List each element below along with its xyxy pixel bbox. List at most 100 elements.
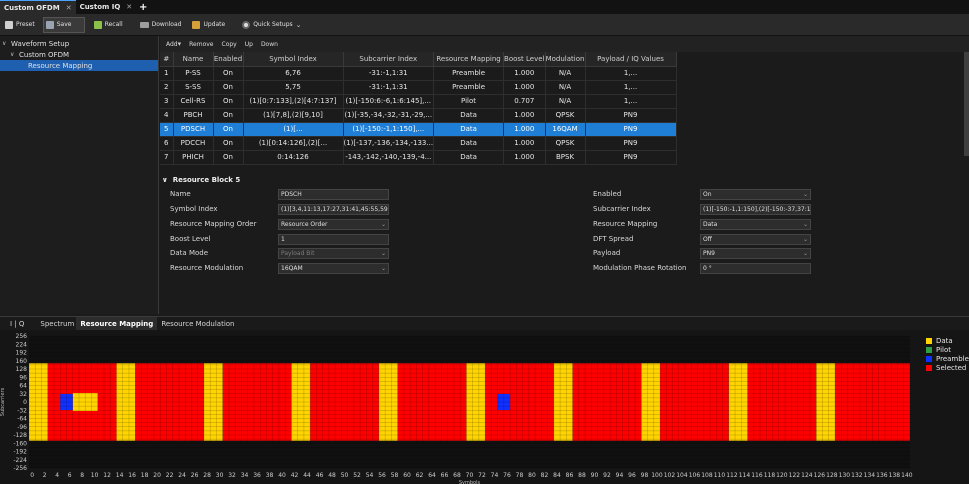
property-input[interactable]: PDSCH [278, 189, 389, 200]
x-tick-label: 24 [178, 472, 186, 479]
property-dropdown[interactable]: Resource Order ⌄ [278, 219, 389, 230]
close-icon[interactable]: ✕ [126, 3, 132, 11]
preset-label: Preset [16, 21, 35, 28]
copy-button[interactable]: Copy [219, 38, 240, 50]
table-cell: PDCCH [173, 136, 214, 151]
table-cell: PN9 [585, 150, 677, 165]
table-cell: -31:-1,1:31 [343, 80, 435, 95]
download-button[interactable]: Download [137, 17, 188, 33]
property-dropdown[interactable]: 16QAM ⌄ [278, 263, 389, 274]
table-row[interactable]: 7 PHICH On 0:14:126 -143,-142,-140,-139,-4..… [160, 150, 677, 165]
x-tick-label: 48 [328, 472, 336, 479]
column-header[interactable]: Name [173, 52, 214, 67]
column-header[interactable]: # [160, 52, 174, 67]
y-tick-label: 32 [19, 391, 27, 398]
tree-item-waveform-setup[interactable]: ∨ Waveform Setup [0, 38, 158, 49]
column-header[interactable]: Boost Level [503, 52, 546, 67]
chevron-down-icon[interactable]: ∨ [10, 51, 16, 58]
tab-custom-iq[interactable]: Custom IQ ✕ [76, 0, 137, 14]
add-tab-icon[interactable]: + [136, 0, 150, 14]
tab-iq[interactable]: I | Q [0, 317, 28, 331]
chevron-down-icon: ⌄ [380, 250, 386, 257]
x-tick-label: 116 [751, 472, 763, 479]
x-tick-label: 28 [203, 472, 211, 479]
column-header[interactable]: Payload / IQ Values [585, 52, 677, 67]
x-tick-label: 86 [566, 472, 574, 479]
x-tick-label: 20 [153, 472, 161, 479]
add-button[interactable]: Add ▾ [163, 38, 184, 50]
property-dropdown[interactable]: PN9 ⌄ [700, 248, 811, 259]
table-cell: QPSK [545, 108, 586, 123]
legend: Data Pilot Preamble Selected [926, 336, 969, 372]
chevron-down-icon: ⌄ [380, 265, 386, 272]
tab-resource-mapping[interactable]: Resource Mapping [76, 317, 158, 331]
property-value: Resource Order [281, 221, 328, 228]
down-button[interactable]: Down [258, 38, 281, 50]
x-tick-label: 6 [68, 472, 72, 479]
table-row[interactable]: 3 Cell-RS On (1)[0:7:133],(2)[4:7:137] (1)[-… [160, 94, 677, 109]
column-header[interactable]: Enabled [213, 52, 244, 67]
update-button[interactable]: Update [189, 17, 231, 33]
recall-button[interactable]: Recall [91, 17, 129, 33]
table-row[interactable]: 6 PDCCH On (1)[0:14:126],(2)[... (1)[-137,-1… [160, 136, 677, 151]
x-tick-label: 128 [826, 472, 838, 479]
x-tick-label: 140 [901, 472, 913, 479]
property-dropdown[interactable]: Data ⌄ [700, 219, 811, 230]
close-icon[interactable]: ✕ [66, 4, 72, 12]
column-header[interactable]: Subcarrier Index [343, 52, 435, 67]
tree-item-resource-mapping[interactable]: Resource Mapping [0, 60, 158, 71]
property-value: On [703, 191, 712, 198]
resource-block-header[interactable]: ∨ Resource Block 5 [160, 174, 969, 186]
down-label: Down [260, 40, 278, 48]
table-cell: 5,75 [243, 80, 344, 95]
table-cell: S-SS [173, 80, 214, 95]
column-header[interactable]: Modulation [545, 52, 586, 67]
quick-setups-button[interactable]: Quick Setups ⌄ [239, 17, 307, 33]
table-row[interactable]: 1 P-SS On 6,76 -31:-1,1:31 Preamble 1.000 N/A 1,… [160, 66, 677, 81]
table-row[interactable]: 5 PDSCH On (1)[... (1)[-150:-1,1:150],... Dat… [160, 122, 677, 137]
property-input[interactable]: 1 [278, 234, 389, 245]
tab-label: Spectrum [40, 320, 75, 328]
x-tick-label: 40 [278, 472, 286, 479]
column-header[interactable]: Resource Mapping [433, 52, 505, 67]
y-tick-label: 160 [16, 358, 28, 365]
waveform-tree: ∨ Waveform Setup ∨ Custom OFDM Resource Ma… [0, 36, 159, 314]
chevron-down-icon[interactable]: ∨ [162, 176, 168, 184]
x-tick-label: 132 [851, 472, 863, 479]
tab-spectrum[interactable]: Spectrum [36, 317, 78, 331]
x-tick-label: 8 [80, 472, 84, 479]
tree-item-custom-ofdm[interactable]: ∨ Custom OFDM [0, 49, 158, 60]
remove-label: Remove [189, 40, 214, 48]
property-value: PDSCH [281, 191, 302, 198]
table-cell: 1 [160, 66, 174, 81]
property-input[interactable]: 0 ° [700, 263, 811, 274]
table-row[interactable]: 4 PBCH On (1)[7,8],(2)[9,10] (1)[-35,-34,-32… [160, 108, 677, 123]
y-tick-label: 128 [16, 366, 28, 373]
property-input[interactable]: (1)[-150:-1,1:150],(2)[-150:-37,37:150] [700, 204, 811, 215]
property-dropdown[interactable]: Off ⌄ [700, 234, 811, 245]
gear-icon [242, 20, 251, 29]
table-scrollbar[interactable] [964, 52, 969, 156]
x-tick-label: 90 [591, 472, 599, 479]
property-label: Resource Mapping Order [170, 220, 257, 228]
property-dropdown[interactable]: On ⌄ [700, 189, 811, 200]
tab-resource-modulation[interactable]: Resource Modulation [157, 317, 238, 331]
table-cell: On [213, 150, 244, 165]
chevron-down-icon[interactable]: ⌄ [296, 21, 302, 29]
x-tick-label: 68 [453, 472, 461, 479]
preset-button[interactable]: Preset [2, 17, 41, 33]
remove-button[interactable]: Remove [186, 38, 216, 50]
table-row[interactable]: 2 S-SS On 5,75 -31:-1,1:31 Preamble 1.000 N/A 1,… [160, 80, 677, 95]
save-button[interactable]: Save [42, 16, 85, 33]
x-axis-label: Symbols [459, 480, 481, 484]
property-input[interactable]: (1)[3,4,11:13,17:27,31:41,45:55,59:69,73… [278, 204, 389, 215]
x-tick-label: 100 [651, 472, 663, 479]
table-cell: (1)[-137,-136,-134,-133... [343, 136, 435, 151]
column-header[interactable]: Symbol Index [243, 52, 344, 67]
up-button[interactable]: Up [242, 38, 256, 50]
property-value: 16QAM [281, 265, 303, 272]
resource-map-plot[interactable]: 256 224 192 160 128 96 64 32 0 -32 -64 -96 -128 -160-… [0, 330, 969, 484]
tab-custom-ofdm[interactable]: Custom OFDM ✕ [0, 0, 76, 14]
property-value: 1 [281, 236, 285, 243]
chevron-down-icon[interactable]: ∨ [2, 40, 8, 47]
